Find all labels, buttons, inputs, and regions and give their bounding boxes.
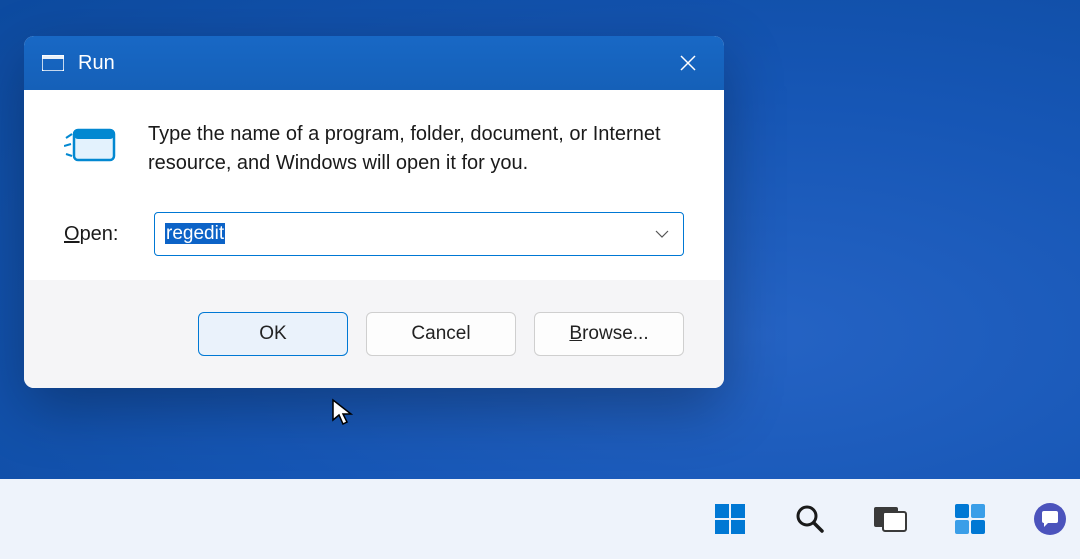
run-titlebar-icon [42, 55, 64, 71]
cancel-button[interactable]: Cancel [366, 312, 516, 356]
windows-start-icon [713, 502, 747, 536]
open-label: Open: [64, 223, 122, 246]
taskbar [0, 479, 1080, 559]
close-icon [679, 54, 697, 72]
dialog-footer: OK Cancel Browse... [24, 280, 724, 388]
command-input-text: regedit [165, 223, 225, 245]
run-dialog: Run Type the name of a program, folder, … [24, 36, 724, 388]
task-view-icon [873, 504, 907, 534]
task-view-button[interactable] [870, 499, 910, 539]
ok-button[interactable]: OK [198, 312, 348, 356]
dialog-body: Type the name of a program, folder, docu… [24, 90, 724, 280]
start-button[interactable] [710, 499, 750, 539]
dialog-title: Run [78, 52, 115, 75]
command-combobox[interactable]: regedit [154, 212, 684, 256]
browse-button[interactable]: Browse... [534, 312, 684, 356]
close-button[interactable] [668, 43, 708, 83]
desktop: Run Type the name of a program, folder, … [0, 0, 1080, 559]
search-icon [794, 503, 826, 535]
dialog-description: Type the name of a program, folder, docu… [148, 120, 684, 178]
chat-button[interactable] [1030, 499, 1070, 539]
chevron-down-icon[interactable] [655, 225, 669, 243]
run-icon [64, 124, 120, 168]
widgets-button[interactable] [950, 499, 990, 539]
widgets-icon [953, 502, 987, 536]
mouse-cursor [331, 398, 355, 433]
titlebar: Run [24, 36, 724, 90]
search-button[interactable] [790, 499, 830, 539]
chat-icon [1032, 501, 1068, 537]
